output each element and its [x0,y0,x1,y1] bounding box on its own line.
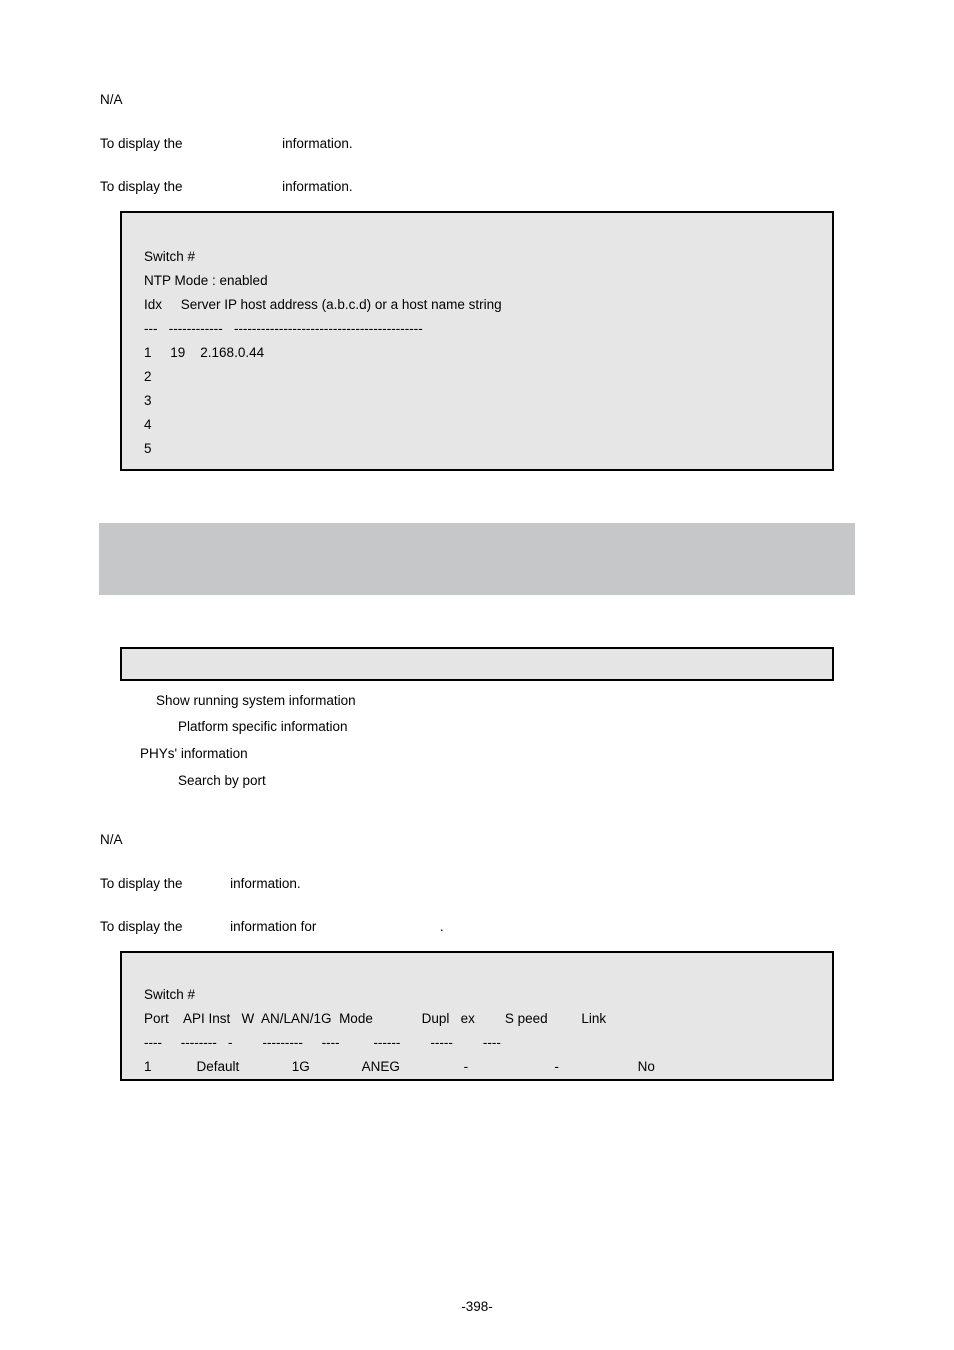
display-line-3-pre: To display the [100,876,183,891]
display-line-2: To display the information. [100,177,854,197]
display-line-4-pre: To display the [100,919,183,934]
section-bar [99,523,855,595]
desc-line-2: Platform specific information [100,717,854,737]
code-line: Idx Server IP host address (a.b.c.d) or … [144,297,502,312]
display-line-2-post: information. [282,179,353,194]
code-block-port: Switch # Port API Inst W AN/LAN/1G Mode … [120,951,834,1081]
code-block-ntp: Switch # NTP Mode : enabled Idx Server I… [120,211,834,471]
code-line: 1 19 2.168.0.44 [144,345,264,360]
code-line: Port API Inst W AN/LAN/1G Mode Dupl ex S… [144,1011,606,1026]
display-line-4-post: . [440,919,444,934]
code-line: 4 [144,417,152,432]
code-line: 5 [144,441,152,456]
desc-line-4: Search by port [100,771,854,791]
display-line-3-post: information. [230,876,301,891]
display-line-1: To display the information. [100,134,854,154]
display-line-3: To display the information. [100,874,854,894]
page-number: -398- [0,1299,954,1314]
code-line: Switch # [144,987,195,1002]
code-line: 3 [144,393,152,408]
display-line-2-pre: To display the [100,179,183,194]
display-line-4: To display the information for . [100,917,854,937]
na-text: N/A [100,90,854,110]
code-line: Switch # [144,249,195,264]
display-line-1-pre: To display the [100,136,183,151]
code-line: --- ------------ -----------------------… [144,321,423,336]
page-root: N/A To display the information. To displ… [0,0,954,1350]
code-line: 1 Default 1G ANEG - - No [144,1059,655,1074]
code-line: 2 [144,369,152,384]
display-line-1-post: information. [282,136,353,151]
display-line-4-mid: information for [230,919,316,934]
code-line: ---- -------- - --------- ---- ------ --… [144,1035,501,1050]
na-text-2: N/A [100,830,854,850]
desc-line-3: PHYs' information [100,744,854,764]
command-block [120,647,834,681]
code-line: NTP Mode : enabled [144,273,268,288]
desc-line-1: Show running system information [100,691,854,711]
